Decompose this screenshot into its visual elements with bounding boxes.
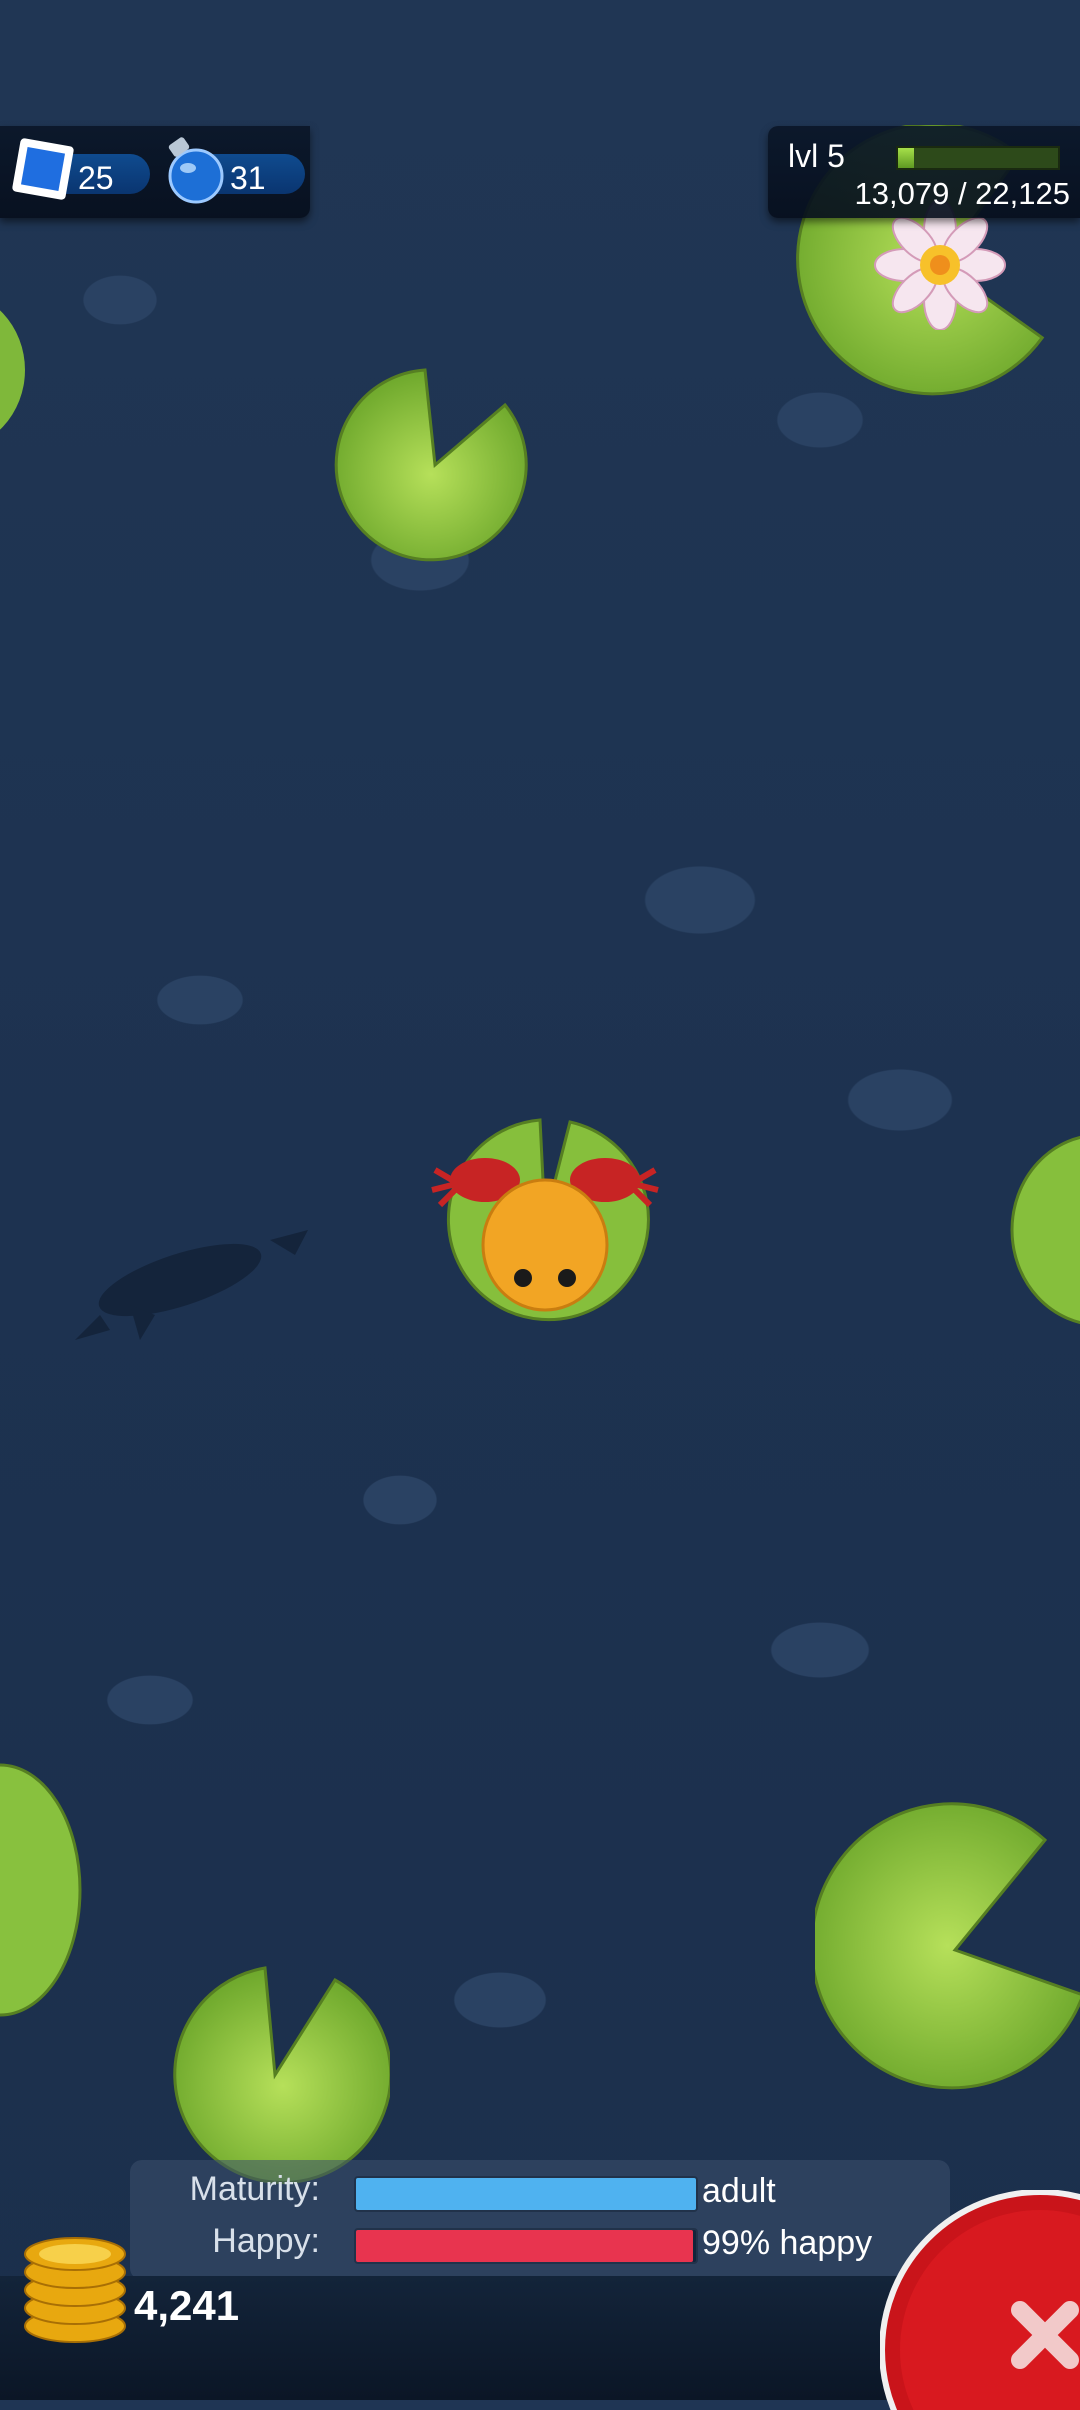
happy-label: Happy: [212,2222,320,2260]
happy-value: 99% happy [702,2224,873,2262]
happy-bar-fill [356,2230,693,2262]
coin-stack-icon[interactable] [20,2216,130,2346]
potion-icon [168,137,224,204]
lily-pad-right-edge[interactable] [1010,1130,1080,1330]
resources-panel: 25 31 [0,126,310,218]
xp-progress-bar [896,146,1060,170]
frog[interactable] [430,1110,660,1330]
close-icon[interactable] [880,2190,1080,2410]
happy-bar [354,2228,698,2264]
coin-count: 4,241 [134,2282,240,2329]
xp-progress-fill [898,148,914,168]
fish-shadow [75,1230,308,1340]
pet-status-panel: Maturity: adult Happy: 99% happy [130,2160,950,2280]
maturity-bar [354,2176,698,2212]
pond-scene [0,0,1080,2400]
maturity-label: Maturity: [189,2170,320,2208]
lily-pad-bottom-left-edge[interactable] [0,1760,90,2020]
maturity-value: adult [702,2172,776,2210]
lily-pad-top-left-edge[interactable] [0,280,30,460]
lotus-flower-icon[interactable] [870,200,1010,330]
level-label: lvl 5 [788,138,845,174]
level-panel[interactable]: lvl 5 13,079 / 22,125 [768,126,1080,218]
maturity-bar-fill [356,2178,696,2210]
xp-text: 13,079 / 22,125 [854,176,1070,211]
stamp-icon [12,138,74,200]
potions-count: 31 [230,160,266,196]
stamps-count: 25 [78,160,114,196]
lily-pad[interactable] [815,1800,1080,2100]
lily-pad[interactable] [330,360,540,570]
lily-pad[interactable] [160,1960,390,2190]
